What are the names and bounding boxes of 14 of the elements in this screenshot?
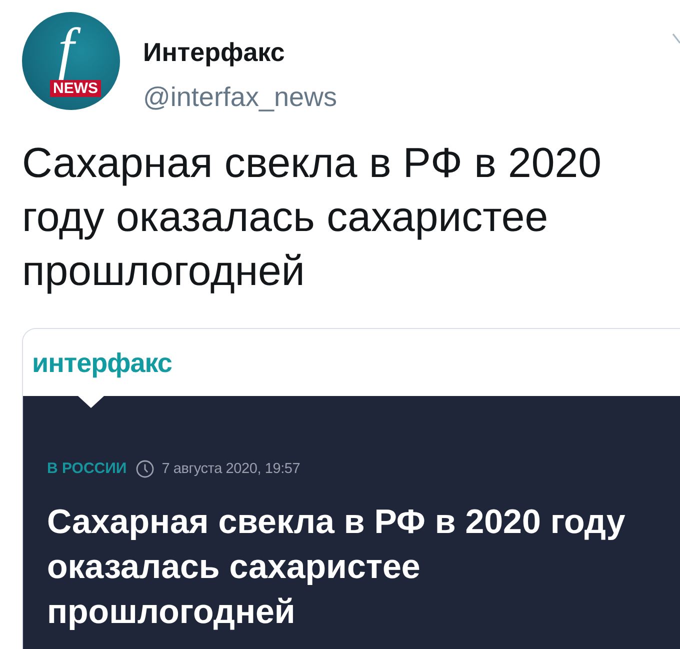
- publish-date: 7 августа 2020, 19:57: [162, 460, 300, 478]
- site-logo: интерфакс: [32, 346, 172, 378]
- clock-icon: [136, 460, 154, 478]
- chevron-icon[interactable]: [672, 33, 680, 45]
- section-label[interactable]: В РОССИИ: [47, 460, 127, 478]
- link-card[interactable]: интерфакс В РОССИИ 7 августа 2020, 19:57 Сахарная свекла в РФ в 2020 году оказалась сахаристее прошлогодней: [22, 328, 680, 649]
- card-headline[interactable]: Сахарная свекла в РФ в 2020 году оказалась сахаристее прошлогодней: [47, 500, 660, 635]
- tweet-text: Сахарная свекла в РФ в 2020 году оказалась сахаристее прошлогодней: [22, 138, 602, 296]
- author-name[interactable]: Интерфакс: [143, 36, 285, 68]
- avatar[interactable]: f NEWS: [22, 12, 120, 110]
- pointer-notch-icon: [78, 396, 104, 408]
- logo-letter: f: [54, 20, 84, 78]
- news-badge: NEWS: [50, 80, 101, 97]
- author-handle[interactable]: @interfax_news: [143, 81, 337, 113]
